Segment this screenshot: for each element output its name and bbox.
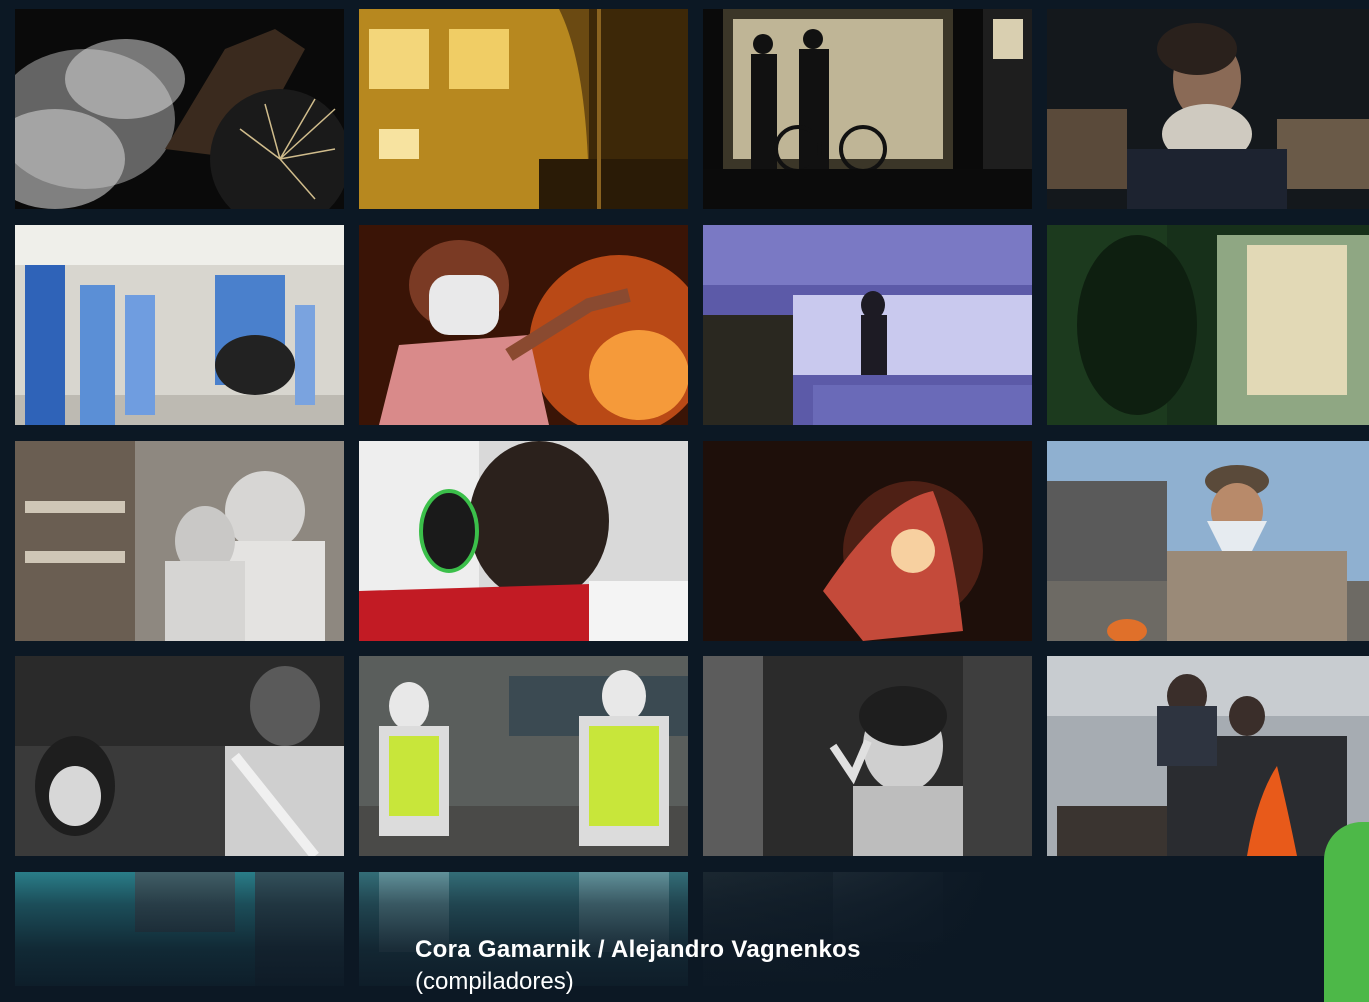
photo-fire-drum (1047, 656, 1369, 856)
photo-window-curtain (1047, 225, 1369, 425)
photo-sanitation-workers (359, 656, 688, 856)
green-accent-shape (1324, 822, 1369, 1002)
photo-smoke-fireworks (15, 9, 344, 209)
photo-masked-woman-fire (359, 225, 688, 425)
photo-nurses-wheelchair (15, 225, 344, 425)
role-text: (compiladores) (415, 968, 574, 995)
photo-hand-glow (703, 441, 1032, 641)
credits-block: Cora Gamarnik / Alejandro Vagnenkos (com… (415, 934, 861, 998)
photo-child-peace-sign (703, 656, 1032, 856)
photo-child-headset (359, 441, 688, 641)
photo-balcony-silhouettes (703, 9, 1032, 209)
photo-woman-mask-bw (15, 656, 344, 856)
photo-lab-ppe-workers (15, 441, 344, 641)
photo-grid (0, 0, 1369, 986)
authors-text: Cora Gamarnik / Alejandro Vagnenkos (415, 936, 861, 963)
photo-station-hall (359, 9, 688, 209)
photo-man-bandana-street (1047, 441, 1369, 641)
photo-woman-scarf (1047, 9, 1369, 209)
photo-rooftop-dusk (703, 225, 1032, 425)
